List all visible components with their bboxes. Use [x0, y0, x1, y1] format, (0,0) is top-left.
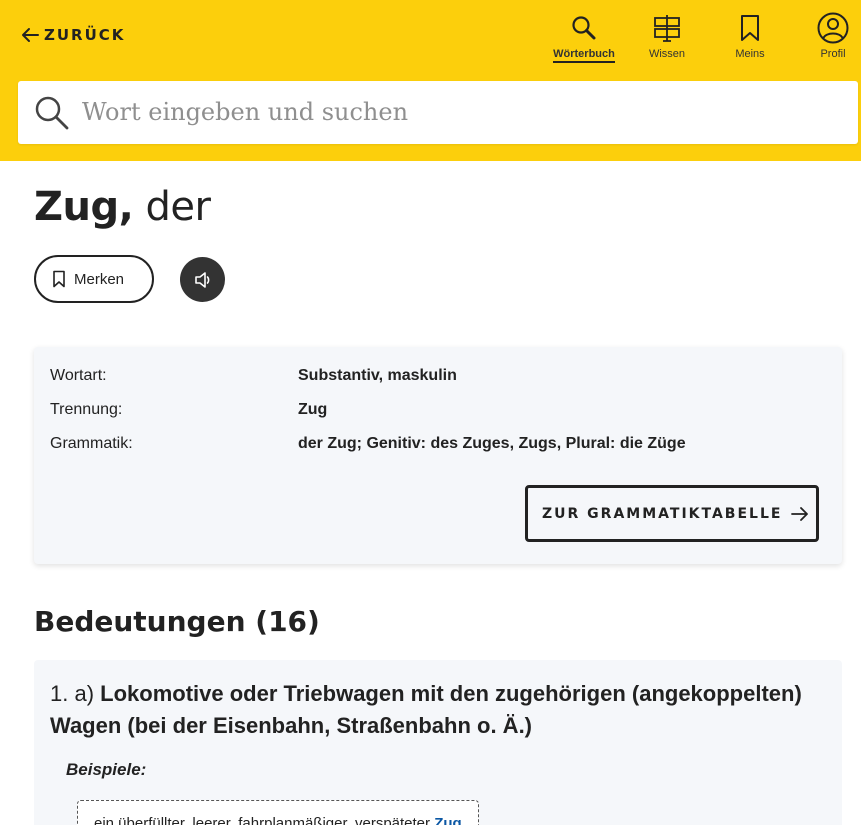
info-key: Grammatik:	[50, 435, 133, 452]
info-row: Grammatik: der Zug; Genitiv: des Zuges, …	[50, 435, 686, 453]
page-title: Zug, der	[34, 184, 211, 230]
search-icon	[35, 96, 69, 130]
nav-label: Wörterbuch	[553, 48, 615, 63]
meaning-text: Lokomotive oder Triebwagen mit den zugeh…	[50, 681, 802, 738]
nav-wissen[interactable]: Wissen	[646, 12, 688, 60]
search-input[interactable]	[82, 91, 842, 133]
example-text: ein überfüllter, leerer, fahrplanmäßiger…	[94, 815, 462, 825]
example-sentence: ein überfüllter, leerer, fahrplanmäßiger…	[94, 815, 435, 825]
meanings-heading: Bedeutungen (16)	[34, 605, 320, 638]
signpost-icon	[653, 12, 681, 44]
info-value: Substantiv, maskulin	[298, 367, 457, 384]
headword-lemma: Zug,	[34, 184, 134, 230]
info-key: Trennung:	[50, 401, 123, 418]
info-card: Wortart: Substantiv, maskulin Trennung: …	[34, 347, 842, 564]
nav-label: Meins	[735, 48, 765, 60]
top-bar: ZURÜCK Wörterbuch Wissen Meins Profil	[0, 0, 861, 161]
nav-woerterbuch[interactable]: Wörterbuch	[551, 12, 617, 63]
nav-profil[interactable]: Profil	[816, 12, 850, 60]
search-bar	[18, 81, 858, 144]
merken-button[interactable]: Merken	[34, 255, 154, 303]
merken-label: Merken	[74, 270, 125, 288]
audio-button[interactable]	[180, 257, 225, 302]
bookmark-icon	[53, 270, 65, 288]
headword-article: der	[133, 184, 211, 230]
nav-meins[interactable]: Meins	[730, 12, 770, 60]
user-icon	[817, 12, 849, 44]
nav-label: Wissen	[648, 48, 686, 60]
meaning-card: 1. a) Lokomotive oder Triebwagen mit den…	[34, 660, 842, 825]
grammar-table-label: ZUR GRAMMATIKTABELLE	[542, 505, 783, 522]
info-row: Trennung: Zug	[50, 401, 327, 419]
info-value: Zug	[298, 401, 328, 418]
bookmark-icon	[739, 12, 761, 44]
meaning-number: 1. a)	[50, 681, 95, 706]
arrow-right-icon	[791, 506, 809, 521]
info-key: Wortart:	[50, 367, 107, 384]
info-value: der Zug; Genitiv: des Zuges, Zugs, Plura…	[298, 435, 686, 452]
nav-label: Profil	[820, 48, 846, 60]
speaker-icon	[194, 271, 209, 288]
example-box: ein überfüllter, leerer, fahrplanmäßiger…	[77, 800, 479, 825]
arrow-left-icon	[22, 28, 39, 42]
examples-label: Beispiele:	[66, 760, 147, 779]
example-highlight[interactable]: Zug	[434, 815, 462, 825]
back-button[interactable]: ZURÜCK	[20, 24, 125, 46]
grammar-table-button[interactable]: ZUR GRAMMATIKTABELLE	[525, 485, 819, 542]
meaning-definition: 1. a) Lokomotive oder Triebwagen mit den…	[50, 678, 830, 742]
info-row: Wortart: Substantiv, maskulin	[50, 367, 457, 385]
search-icon	[571, 12, 597, 44]
back-label: ZURÜCK	[44, 26, 126, 44]
